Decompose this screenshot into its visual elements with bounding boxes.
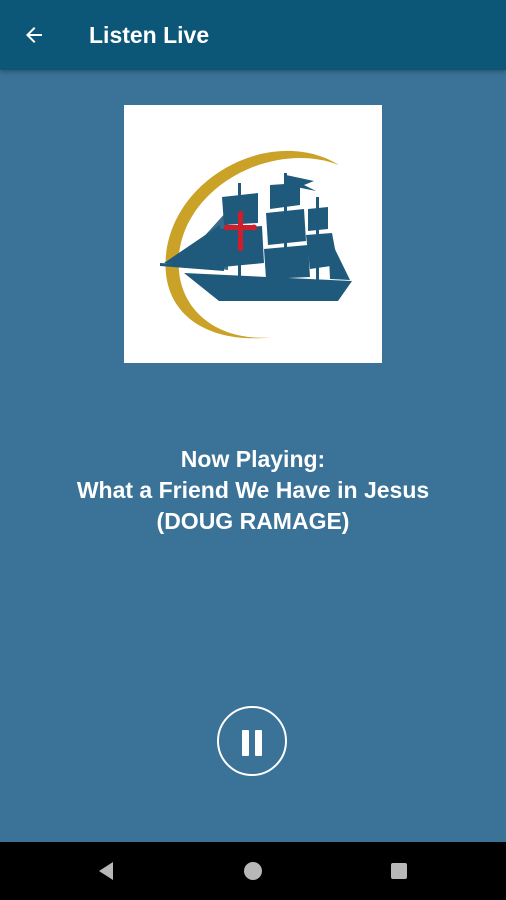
- nav-home-button[interactable]: [238, 856, 268, 886]
- sailing-ship-cross-logo: [160, 150, 352, 339]
- app-bar: Listen Live: [0, 0, 506, 70]
- arrow-left-icon: [26, 27, 42, 43]
- nav-recents-square-icon: [391, 863, 407, 879]
- station-logo: [124, 105, 382, 363]
- pause-icon: [242, 730, 249, 756]
- track-title: What a Friend We Have in Jesus: [76, 477, 430, 503]
- back-button[interactable]: [12, 13, 56, 57]
- page-title: Listen Live: [89, 22, 210, 48]
- now-playing-info: Now Playing: What a Friend We Have in Je…: [0, 444, 506, 537]
- nav-back-button[interactable]: [91, 856, 121, 886]
- system-navigation-bar: [0, 842, 506, 900]
- pause-button[interactable]: [217, 706, 287, 776]
- track-artist: (DOUG RAMAGE): [156, 508, 350, 534]
- nav-recents-button[interactable]: [384, 856, 414, 886]
- listen-live-screen: Listen Live Now Playing: What a Friend W…: [0, 0, 506, 900]
- nav-back-triangle-icon: [99, 862, 113, 880]
- now-playing-label: Now Playing:: [180, 446, 326, 472]
- nav-home-circle-icon: [244, 862, 262, 880]
- pause-icon-bar: [255, 730, 262, 756]
